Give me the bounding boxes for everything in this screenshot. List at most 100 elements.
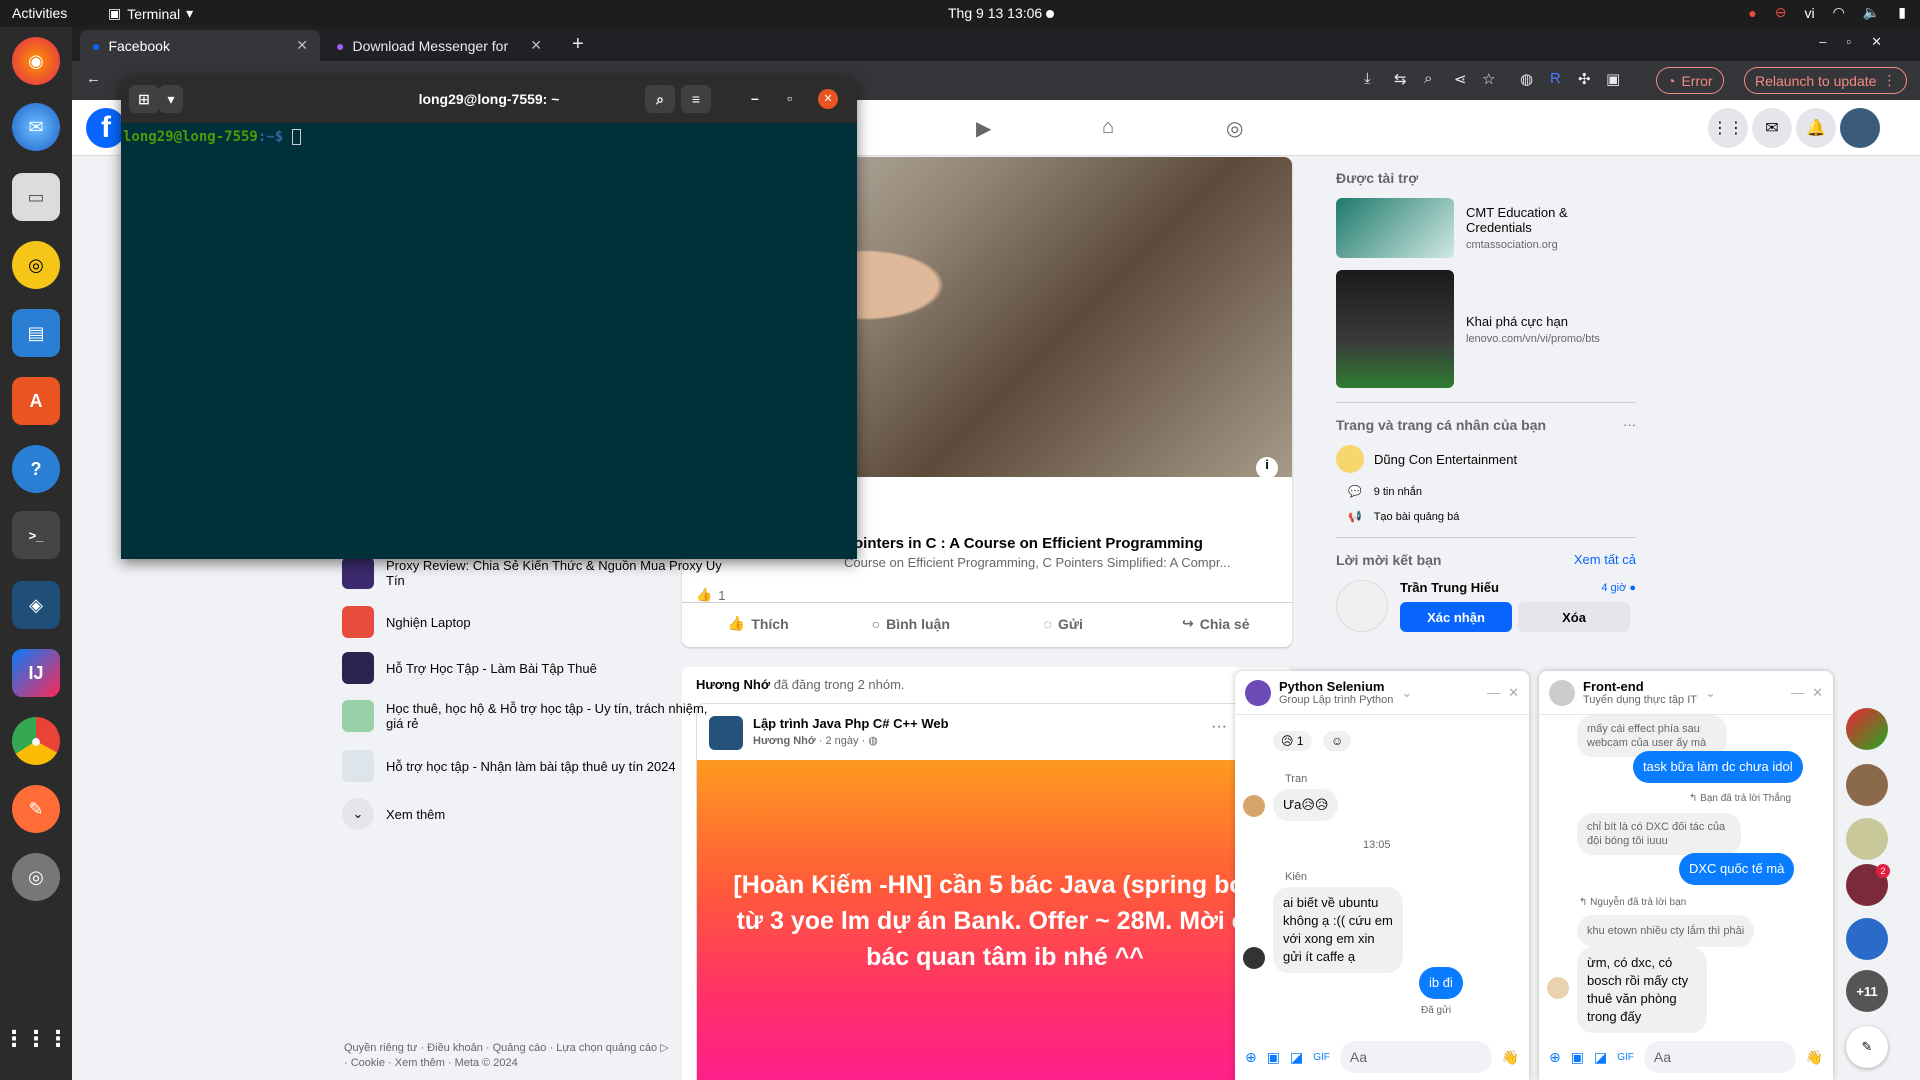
message-bubble[interactable]: ai biết về ubuntu không ạ :(( cứu em với…: [1273, 887, 1403, 973]
side-panel-icon[interactable]: ▣: [1606, 70, 1620, 88]
sent-message-bubble[interactable]: ib đi: [1419, 967, 1463, 999]
postman-icon[interactable]: ✎: [12, 785, 60, 833]
terminal-dock-icon[interactable]: >_: [12, 511, 60, 559]
left-item[interactable]: Học thuê, học hộ & Hỗ trợ học tập - Uy t…: [342, 691, 722, 741]
translate-icon[interactable]: ⇆: [1394, 70, 1407, 88]
send-button[interactable]: ◌ Gửi: [987, 603, 1140, 644]
message-bubble[interactable]: ừm, có dxc, có bosch rồi mấy cty thuê vă…: [1577, 947, 1707, 1033]
new-message-icon[interactable]: ✎: [1846, 1026, 1888, 1068]
marketplace-icon[interactable]: ⌂: [1102, 116, 1114, 139]
watch-icon[interactable]: ▶: [976, 116, 991, 141]
chat-head-avatar[interactable]: [1846, 918, 1888, 960]
sent-message-bubble[interactable]: task bữa làm dc chưa idol: [1633, 751, 1803, 783]
chat-head-avatar[interactable]: [1846, 764, 1888, 806]
terminal-body[interactable]: long29@long-7559:~$: [121, 123, 857, 559]
left-item[interactable]: Hỗ Trợ Học Tập - Làm Bài Tập Thuê: [342, 645, 722, 691]
extensions-puzzle-icon[interactable]: ✣: [1578, 70, 1591, 88]
wave-emoji-icon[interactable]: 👋: [1502, 1049, 1519, 1066]
close-icon[interactable]: ✕: [1508, 685, 1519, 701]
do-not-disturb-icon[interactable]: ⊖: [1775, 4, 1787, 21]
page-item[interactable]: Dũng Con Entertainment: [1336, 445, 1636, 473]
chrome-icon[interactable]: ●: [12, 717, 60, 765]
message-bubble[interactable]: khu etown nhiều cty lắm thì phải: [1577, 915, 1755, 947]
message-input[interactable]: Aa: [1339, 1041, 1492, 1073]
post-link-title[interactable]: Pointers in C : A Course on Efficient Pr…: [844, 535, 1203, 552]
mysql-workbench-icon[interactable]: ◈: [12, 581, 60, 629]
extension-cookie-icon[interactable]: ◍: [1520, 70, 1533, 88]
plus-icon[interactable]: ⊕: [1549, 1049, 1561, 1066]
thunderbird-icon[interactable]: ✉: [12, 103, 60, 151]
plus-icon[interactable]: ⊕: [1245, 1049, 1257, 1066]
sent-message-bubble[interactable]: DXC quốc tế mà: [1679, 853, 1795, 885]
facebook-logo-icon[interactable]: f: [86, 108, 126, 148]
wifi-icon[interactable]: ◠: [1833, 4, 1845, 21]
intellij-icon[interactable]: IJ: [12, 649, 60, 697]
account-avatar[interactable]: [1840, 108, 1880, 148]
message-bubble[interactable]: Ưa😥😥: [1273, 789, 1339, 821]
show-apps-icon[interactable]: ⋮⋮⋮: [3, 1015, 69, 1063]
add-reaction-icon[interactable]: ☺: [1323, 731, 1352, 751]
image-icon[interactable]: ▣: [1571, 1049, 1584, 1066]
footer-links[interactable]: Quyền riêng tư · Điều khoản · Quảng cáo …: [344, 1041, 674, 1071]
left-item[interactable]: Hỗ trợ học tập - Nhận làm bài tập thuê u…: [342, 741, 722, 791]
minimize-icon[interactable]: —: [1791, 685, 1804, 700]
see-all-link[interactable]: Xem tất cả: [1574, 552, 1636, 568]
promo-banner[interactable]: [Hoàn Kiếm -HN] cần 5 bác Java (spring b…: [697, 760, 1293, 1080]
close-icon[interactable]: ✕: [818, 89, 838, 109]
more-options-icon[interactable]: ···: [1211, 718, 1227, 736]
minimize-icon[interactable]: –: [751, 90, 759, 106]
terminal-titlebar[interactable]: ⊞ ▾ long29@long-7559: ~ ⌕ ≡ – ▫ ✕: [121, 76, 857, 123]
reaction-chip[interactable]: 😥 1: [1273, 731, 1312, 751]
menu-grid-icon[interactable]: ⋮⋮: [1708, 108, 1748, 148]
chevron-down-icon[interactable]: ⌄: [1401, 685, 1412, 701]
friend-name[interactable]: Trần Trung Hiếu: [1400, 580, 1499, 595]
writer-icon[interactable]: ▤: [12, 309, 60, 357]
see-more-button[interactable]: ⌄ Xem thêm: [342, 791, 722, 837]
relaunch-button[interactable]: Relaunch to update ⋮: [1744, 67, 1908, 94]
search-icon[interactable]: ⌕: [645, 85, 675, 113]
ad-item[interactable]: Khai phá cực hạn lenovo.com/vn/vi/promo/b…: [1336, 270, 1636, 388]
battery-icon[interactable]: ▮: [1898, 4, 1906, 21]
group-name[interactable]: Lập trình Java Php C# C++ Web: [753, 716, 949, 731]
new-tab-icon[interactable]: ⊞: [129, 85, 159, 113]
chat-header[interactable]: Front-end Tuyển dụng thực tập IT ⌄ — ✕: [1539, 671, 1833, 715]
wave-emoji-icon[interactable]: 👋: [1806, 1049, 1823, 1066]
message-input[interactable]: Aa: [1643, 1041, 1796, 1073]
image-icon[interactable]: ▣: [1267, 1049, 1280, 1066]
clock[interactable]: Thg 9 13 13:06: [948, 5, 1055, 21]
activities-button[interactable]: Activities: [12, 5, 67, 21]
gif-icon[interactable]: GIF: [1313, 1052, 1330, 1063]
messenger-icon[interactable]: ✉: [1752, 108, 1792, 148]
rhythmbox-icon[interactable]: ◎: [12, 241, 60, 289]
chat-head-avatar[interactable]: [1846, 708, 1888, 750]
bookmark-star-icon[interactable]: ☆: [1482, 70, 1495, 88]
volume-icon[interactable]: 🔈: [1863, 4, 1880, 21]
help-icon[interactable]: ?: [12, 445, 60, 493]
minimize-icon[interactable]: —: [1487, 685, 1500, 700]
sticker-icon[interactable]: ◪: [1594, 1049, 1607, 1066]
extension-r-icon[interactable]: R: [1550, 70, 1561, 87]
firefox-icon[interactable]: ◉: [12, 37, 60, 85]
maximize-icon[interactable]: ▫: [787, 90, 792, 106]
window-controls[interactable]: –▫✕: [1819, 34, 1902, 50]
tab-facebook[interactable]: ● Facebook ✕: [80, 30, 320, 61]
dropdown-chevron-icon[interactable]: ▾: [159, 85, 183, 113]
create-ad-link[interactable]: 📢 Tạo bài quảng bá: [1348, 510, 1636, 524]
share-icon[interactable]: ⋖: [1454, 70, 1467, 88]
messages-link[interactable]: 💬 9 tin nhắn: [1348, 485, 1636, 499]
chat-header[interactable]: Python Selenium Group Lập trình Python ⌄ …: [1235, 671, 1529, 715]
zoom-icon[interactable]: ⌕: [1424, 70, 1432, 87]
tab-messenger[interactable]: ● Download Messenger for ✕: [324, 30, 554, 61]
chrome-tray-icon[interactable]: ●: [1748, 5, 1756, 21]
groups-icon[interactable]: ◎: [1226, 116, 1243, 141]
files-icon[interactable]: ▭: [12, 173, 60, 221]
message-bubble[interactable]: chỉ bít là có DXC đối tác của đội bóng t…: [1577, 813, 1741, 855]
close-icon[interactable]: ✕: [1812, 685, 1823, 701]
software-center-icon[interactable]: A: [12, 377, 60, 425]
back-arrow-icon[interactable]: ←: [86, 70, 101, 87]
system-tray[interactable]: ● ⊖ vi ◠ 🔈 ▮: [1748, 4, 1906, 21]
more-options-icon[interactable]: ···: [1623, 417, 1636, 433]
ad-item[interactable]: CMT Education & Credentials cmtassociatio…: [1336, 198, 1636, 258]
new-tab-button[interactable]: +: [572, 33, 584, 56]
more-chats-button[interactable]: +11: [1846, 970, 1888, 1012]
